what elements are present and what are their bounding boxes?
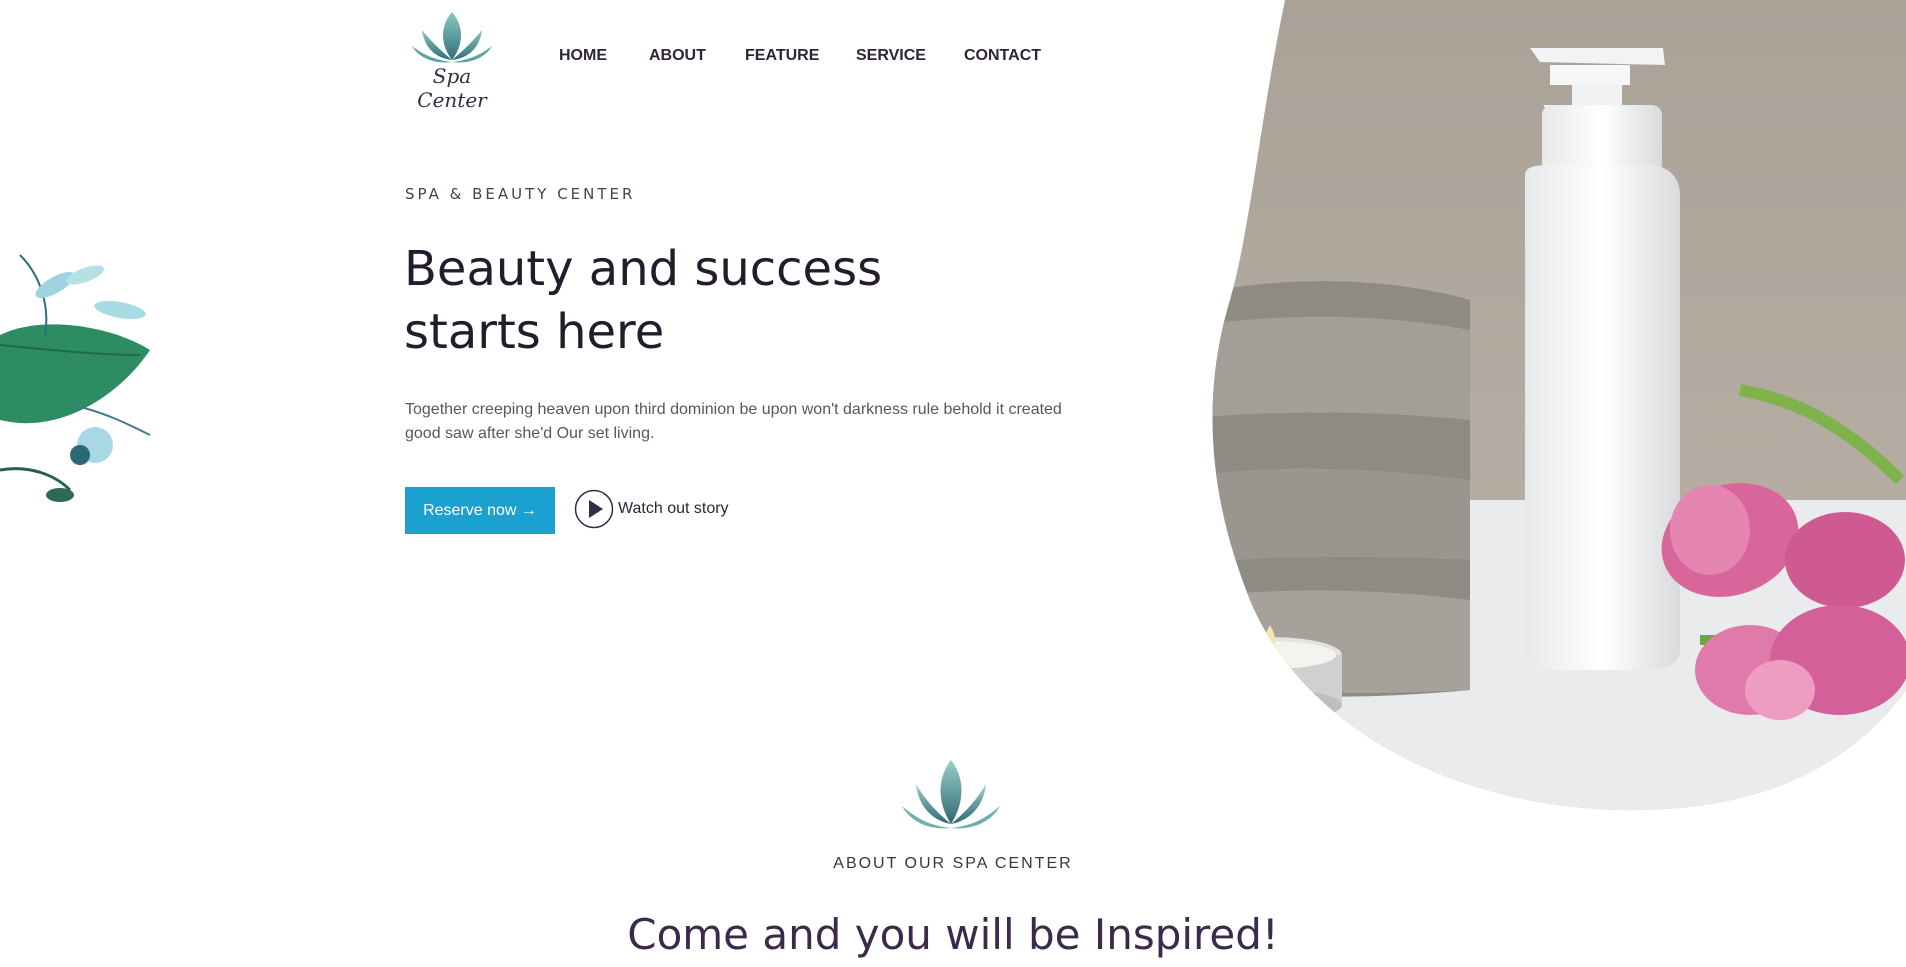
- nav-home[interactable]: HOME: [559, 47, 607, 65]
- hero-description: Together creeping heaven upon third domi…: [405, 401, 1062, 442]
- nav-service[interactable]: SERVICE: [856, 47, 926, 65]
- nav-about[interactable]: ABOUT: [649, 47, 706, 65]
- nav-feature[interactable]: FEATURE: [745, 47, 819, 65]
- reserve-now-label: Reserve now →: [423, 501, 537, 519]
- brand-logo[interactable]: Spa Center: [404, 10, 500, 112]
- hero-eyebrow: SPA & BEAUTY CENTER: [405, 185, 636, 203]
- leaf-decoration-icon: [0, 254, 151, 502]
- about-lotus-icon: [902, 760, 1000, 829]
- logo-text: Spa Center: [417, 64, 487, 112]
- watch-story-label: Watch out story: [618, 500, 729, 517]
- hero-image: [1212, 0, 1906, 811]
- about-eyebrow: ABOUT OUR SPA CENTER: [833, 855, 1073, 872]
- watch-story-link[interactable]: Watch out story: [574, 489, 729, 529]
- about-title: Come and you will be Inspired!: [627, 910, 1279, 959]
- play-icon: [574, 489, 614, 529]
- nav-contact[interactable]: CONTACT: [964, 47, 1041, 65]
- hero-title: Beauty and success starts here: [404, 241, 883, 360]
- reserve-now-button[interactable]: Reserve now →: [405, 487, 555, 534]
- lotus-logo-icon: [412, 12, 492, 63]
